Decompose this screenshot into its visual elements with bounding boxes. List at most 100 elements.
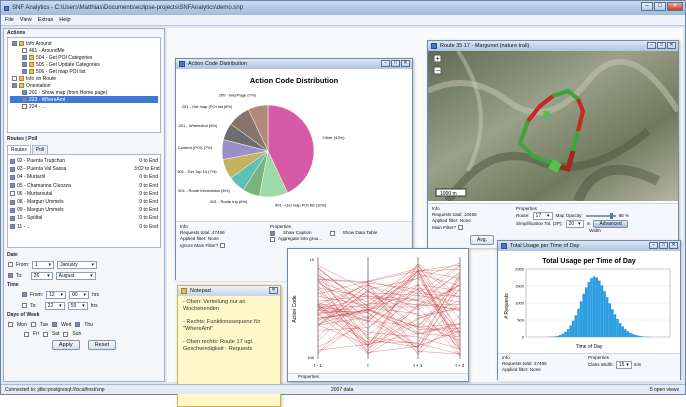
pie-maximize-button[interactable]: □ xyxy=(391,60,400,67)
route-checkbox[interactable] xyxy=(10,200,15,205)
route-checkbox[interactable] xyxy=(10,191,15,196)
avg-button[interactable]: Avg. xyxy=(470,235,494,245)
time-to-checkbox[interactable] xyxy=(22,303,27,308)
day-checkbox[interactable] xyxy=(8,322,13,327)
left-panel: Actions Info Around461 - AroundMe504 - G… xyxy=(3,28,165,382)
tree-item[interactable]: 461 - AroundMe xyxy=(10,47,158,54)
day-checkbox[interactable] xyxy=(52,322,57,327)
tab-poll[interactable]: Poll xyxy=(32,145,48,154)
show-caption-checkbox[interactable] xyxy=(270,231,275,236)
time-to-min[interactable]: 59 xyxy=(68,302,88,310)
tree-item[interactable]: 504 - Get POI Categories xyxy=(10,54,158,61)
map-ignore-filter-checkbox[interactable] xyxy=(458,225,463,230)
aggregate-checkbox[interactable] xyxy=(270,237,275,242)
close-button[interactable]: ✕ xyxy=(667,2,683,11)
reset-button[interactable]: Reset xyxy=(88,340,116,350)
tree-item[interactable]: Orientation xyxy=(10,82,158,89)
route-checkbox[interactable] xyxy=(10,216,15,221)
opacity-slider[interactable] xyxy=(586,215,616,217)
from-month-select[interactable]: January xyxy=(57,261,97,269)
time-from-checkbox[interactable] xyxy=(22,292,27,297)
route-row[interactable]: 06 - Murtaroutal0 to End xyxy=(10,190,158,198)
time-from-min[interactable]: 00 xyxy=(69,291,89,299)
apply-button[interactable]: Apply xyxy=(52,340,80,350)
status-data: 2007 data xyxy=(331,387,353,393)
tree-checkbox[interactable] xyxy=(12,76,17,81)
tree-checkbox[interactable] xyxy=(12,83,17,88)
route-checkbox[interactable] xyxy=(10,224,15,229)
note-line-1: - Oben: Verteilung nur an Wochenenden xyxy=(178,296,280,316)
from-day-select[interactable]: 1 xyxy=(32,261,54,269)
routes-list[interactable]: 02 - Puenta Trupchun0 to End03 - Puenta … xyxy=(7,154,161,248)
day-checkbox[interactable] xyxy=(75,322,80,327)
pie-close-button[interactable]: ✕ xyxy=(401,60,410,67)
route-row[interactable]: 04 - Murtaröl0 to End xyxy=(10,173,158,181)
route-row[interactable]: 11 - ...0 to End xyxy=(10,223,158,231)
tab-routes[interactable]: Routes xyxy=(7,145,31,154)
show-table-checkbox[interactable] xyxy=(330,231,335,236)
day-checkbox[interactable] xyxy=(63,332,68,337)
pie-minimize-button[interactable]: – xyxy=(381,60,390,67)
tree-item[interactable]: 506 - Get map POI list xyxy=(10,68,158,75)
menu-view[interactable]: View xyxy=(20,17,32,23)
time-from-hour[interactable]: 12 xyxy=(46,291,66,299)
map-minimize-button[interactable]: – xyxy=(647,42,656,49)
tree-item[interactable]: 223 - WhereAmI xyxy=(10,96,158,103)
route-row[interactable]: 08 - Margun Ummels0 to End xyxy=(10,198,158,206)
date-from-checkbox[interactable] xyxy=(8,262,13,267)
hist-maximize-button[interactable]: □ xyxy=(659,242,668,249)
hist-close-button[interactable]: ✕ xyxy=(669,242,678,249)
map-close-button[interactable]: ✕ xyxy=(667,42,676,49)
route-row[interactable]: 10 - Spöltal0 to End xyxy=(10,214,158,222)
day-checkbox[interactable] xyxy=(24,332,29,337)
tree-checkbox[interactable] xyxy=(22,55,27,60)
map-maximize-button[interactable]: □ xyxy=(657,42,666,49)
route-row[interactable]: 02 - Puenta Trupchun0 to End xyxy=(10,157,158,165)
route-range: 3:02 to End xyxy=(134,166,158,172)
minimize-button[interactable]: – xyxy=(641,2,653,11)
to-day-select[interactable]: 26 xyxy=(31,272,53,280)
histogram-ytick: 0 xyxy=(522,335,525,340)
tree-checkbox[interactable] xyxy=(22,90,27,95)
route-checkbox[interactable] xyxy=(10,208,15,213)
hist-minimize-button[interactable]: – xyxy=(649,242,658,249)
to-month-select[interactable]: August xyxy=(56,272,96,280)
pie-slice-label: 501 - Get map POI list (10%) xyxy=(275,203,327,208)
tree-item[interactable]: 224 - ... xyxy=(10,103,158,110)
notepad-close-button[interactable]: ✕ xyxy=(269,287,278,294)
route-select[interactable]: 17 xyxy=(533,212,553,220)
window-title: SNF Analytics - C:\Users\Matthias\Docume… xyxy=(12,5,243,11)
route-row[interactable]: 05 - Chamanna Cluozza0 to End xyxy=(10,182,158,190)
terrain-map[interactable]: + − 1000 m xyxy=(428,51,678,201)
menu-file[interactable]: File xyxy=(5,17,14,23)
tree-checkbox[interactable] xyxy=(22,97,27,102)
route-checkbox[interactable] xyxy=(10,167,15,172)
route-checkbox[interactable] xyxy=(10,175,15,180)
route-checkbox[interactable] xyxy=(10,183,15,188)
class-width-input[interactable]: 15 xyxy=(616,361,632,369)
menu-extras[interactable]: Extras xyxy=(38,17,54,23)
menu-help[interactable]: Help xyxy=(59,17,70,23)
tree-item[interactable]: 201 - Show map (from Home page) xyxy=(10,89,158,96)
day-checkbox[interactable] xyxy=(43,332,48,337)
histogram-bar xyxy=(575,315,578,337)
maximize-button[interactable]: □ xyxy=(654,2,666,11)
tree-checkbox[interactable] xyxy=(22,104,27,109)
route-row[interactable]: 03 - Puenta Val Sassa3:02 to End xyxy=(10,165,158,173)
date-to-checkbox[interactable] xyxy=(8,273,13,278)
tree-checkbox[interactable] xyxy=(12,41,17,46)
route-row[interactable]: 09 - Margun Ummels0 to End xyxy=(10,206,158,214)
simplification-input[interactable]: 20 xyxy=(566,220,584,228)
tree-checkbox[interactable] xyxy=(22,69,27,74)
day-checkbox[interactable] xyxy=(31,322,36,327)
advanced-button[interactable]: Advanced xyxy=(593,220,627,228)
tree-checkbox[interactable] xyxy=(22,48,27,53)
tree-item[interactable]: 505 - Get Update Categories xyxy=(10,61,158,68)
tree-item[interactable]: Info Around xyxy=(10,40,158,47)
tree-checkbox[interactable] xyxy=(22,62,27,67)
route-checkbox[interactable] xyxy=(10,159,15,164)
time-to-hour[interactable]: 22 xyxy=(45,302,65,310)
actions-tree[interactable]: Info Around461 - AroundMe504 - Get POI C… xyxy=(7,37,161,133)
pie-ignore-filter-checkbox[interactable] xyxy=(220,243,225,248)
tree-item[interactable]: Info on Route xyxy=(10,75,158,82)
